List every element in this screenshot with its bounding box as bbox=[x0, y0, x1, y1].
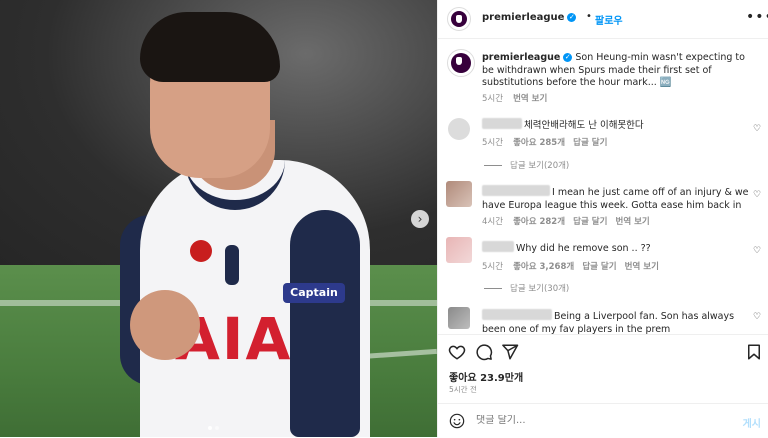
comment-input[interactable] bbox=[476, 415, 716, 426]
photo-club-crest bbox=[225, 245, 239, 285]
reply-button[interactable]: 답글 달기 bbox=[573, 138, 607, 148]
comment-avatar[interactable] bbox=[448, 307, 470, 329]
comment-meta: 4시간 좋아요 282개 답글 달기 번역 보기 bbox=[482, 215, 650, 227]
post-actions: 좋아요 23.9만개 5시간 전 bbox=[438, 334, 768, 395]
premier-league-logo-icon bbox=[451, 53, 471, 73]
reply-button[interactable]: 답글 달기 bbox=[582, 262, 616, 272]
caption-avatar[interactable] bbox=[447, 49, 475, 77]
post-time: 5시간 전 bbox=[449, 385, 477, 394]
header-separator: • bbox=[586, 11, 592, 22]
account-username[interactable]: premierleague ✓ bbox=[482, 12, 577, 23]
comment-meta: 5시간 좋아요 285개 답글 달기 bbox=[482, 136, 607, 148]
heart-icon[interactable]: ♡ bbox=[753, 313, 761, 322]
caption-time: 5시간 bbox=[482, 94, 504, 104]
heart-icon[interactable] bbox=[448, 343, 466, 361]
translate-button[interactable]: 번역 보기 bbox=[625, 262, 659, 272]
account-avatar[interactable] bbox=[447, 7, 471, 31]
view-replies-button[interactable]: 답글 보기(30개) bbox=[484, 282, 569, 294]
view-replies-label: 답글 보기(20개) bbox=[510, 161, 570, 171]
carousel-dot-active bbox=[208, 426, 212, 430]
view-replies-button[interactable]: 답글 보기(20개) bbox=[484, 159, 569, 171]
account-username-text: premierleague bbox=[482, 12, 565, 23]
premier-league-logo-icon bbox=[451, 11, 467, 27]
comment-username-blurred[interactable] bbox=[482, 241, 514, 252]
post-photo[interactable]: AIA Captain › bbox=[0, 0, 437, 437]
caption-translate-link[interactable]: 번역 보기 bbox=[513, 94, 547, 104]
post-comment-button[interactable]: 게시 bbox=[743, 415, 761, 430]
bookmark-icon[interactable] bbox=[745, 343, 763, 361]
comment-likes[interactable]: 좋아요 282개 bbox=[513, 217, 565, 227]
comment-text: 체력안배라해도 난 이해못한다 bbox=[482, 118, 752, 133]
comment-time: 4시간 bbox=[482, 217, 504, 227]
photo-poppy bbox=[190, 240, 212, 262]
emoji-icon[interactable] bbox=[449, 413, 465, 429]
instagram-post-view: AIA Captain › premierleague✓ • 팔로우 ••• p… bbox=[0, 0, 768, 437]
comment-time: 5시간 bbox=[482, 262, 504, 272]
comment-meta: 5시간 좋아요 3,268개 답글 달기 번역 보기 bbox=[482, 260, 659, 272]
comment-composer: 게시 bbox=[438, 403, 768, 438]
comments-list[interactable]: premierleague ✓ Son Heung-min wasn't expe… bbox=[438, 39, 768, 334]
caption-meta: 5시간 번역 보기 bbox=[482, 92, 547, 104]
comment-icon[interactable] bbox=[475, 343, 493, 361]
comment-text: Why did he remove son .. ?? bbox=[482, 241, 752, 256]
post-side-panel: premierleague✓ • 팔로우 ••• premierleague✓ … bbox=[437, 0, 768, 437]
likes-count[interactable]: 좋아요 23.9만개 bbox=[449, 369, 523, 384]
heart-icon[interactable]: ♡ bbox=[753, 125, 761, 134]
replies-line bbox=[484, 165, 502, 166]
caption-username[interactable]: premierleague bbox=[482, 52, 560, 63]
heart-icon[interactable]: ♡ bbox=[753, 191, 761, 200]
comment-time: 5시간 bbox=[482, 138, 504, 148]
photo-player-hand bbox=[130, 290, 200, 360]
view-replies-label: 답글 보기(30개) bbox=[510, 284, 570, 294]
post-header: premierleague✓ • 팔로우 ••• bbox=[438, 0, 768, 39]
photo-captain-armband: Captain bbox=[283, 283, 345, 303]
next-arrow-icon[interactable]: › bbox=[411, 210, 429, 228]
translate-button[interactable]: 번역 보기 bbox=[616, 217, 650, 227]
comment-avatar[interactable] bbox=[446, 237, 472, 263]
comment-likes[interactable]: 좋아요 3,268개 bbox=[513, 262, 574, 272]
verified-icon: ✓ bbox=[563, 53, 573, 62]
comment-likes[interactable]: 좋아요 285개 bbox=[513, 138, 565, 148]
comment-username-blurred[interactable] bbox=[482, 185, 550, 196]
comment-text: I mean he just came off of an injury & w… bbox=[482, 185, 752, 212]
comment-text: Being a Liverpool fan. Son has always be… bbox=[482, 309, 752, 334]
photo-player-sleeve bbox=[290, 210, 360, 437]
caption-text: premierleague ✓ Son Heung-min wasn't expe… bbox=[482, 52, 757, 90]
carousel-dot bbox=[215, 426, 219, 430]
carousel-dots bbox=[208, 426, 219, 430]
comment-username-blurred[interactable] bbox=[482, 309, 552, 320]
follow-button[interactable]: 팔로우 bbox=[595, 12, 623, 27]
heart-icon[interactable]: ♡ bbox=[753, 247, 761, 256]
reply-button[interactable]: 답글 달기 bbox=[573, 217, 607, 227]
comment-avatar[interactable] bbox=[446, 181, 472, 207]
comment-avatar[interactable] bbox=[448, 118, 470, 140]
verified-icon: ✓ bbox=[567, 12, 577, 22]
photo-player-hair bbox=[140, 12, 280, 82]
more-icon[interactable]: ••• bbox=[746, 9, 768, 25]
share-icon[interactable] bbox=[501, 343, 519, 361]
comment-username-blurred[interactable] bbox=[482, 118, 522, 129]
replies-line bbox=[484, 288, 502, 289]
comment-body: Why did he remove son .. ?? bbox=[516, 243, 651, 254]
comment-body: 체력안배라해도 난 이해못한다 bbox=[524, 120, 644, 131]
